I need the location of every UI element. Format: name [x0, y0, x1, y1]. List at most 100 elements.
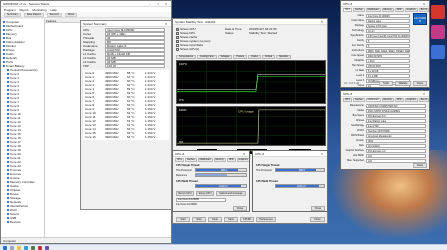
graph-tab[interactable]: Voltages [217, 55, 233, 59]
save-report-button[interactable]: Save Report [23, 12, 44, 17]
graph-tab[interactable]: Statistics [276, 55, 292, 59]
checkbox-icon[interactable]: ✓ [176, 31, 179, 35]
cpuz-tab[interactable]: Mainboard [365, 8, 381, 12]
checkbox-icon[interactable]: ✓ [176, 35, 179, 39]
field-label: Manufacturer [349, 104, 364, 107]
bench2-titlebar: CPU-Z ✕ [253, 151, 327, 157]
cpuz-tab[interactable]: CPU [175, 158, 184, 162]
cpuz-tab[interactable]: Graphics [404, 8, 418, 12]
app-icon-blue[interactable] [431, 45, 445, 59]
cpuz-bench-window: CPU-Z ✕ CPU Caches Mainboard Memory SPD Graph… [172, 150, 250, 212]
menu-program[interactable]: Program [4, 8, 16, 12]
maximize-icon[interactable]: □ [155, 2, 161, 6]
start-icon[interactable] [3, 245, 7, 250]
close-icon[interactable]: ✕ [241, 152, 247, 156]
preferences-button[interactable]: Preferences [256, 217, 276, 222]
menu-report[interactable]: Report [20, 8, 29, 12]
minimize-icon[interactable]: – [413, 2, 419, 6]
graph-tab[interactable]: Unified [261, 55, 276, 59]
field-value: 6 [366, 43, 410, 48]
tree-item[interactable]: Devices [3, 220, 44, 224]
cpuz-tab[interactable]: Graphics [236, 158, 249, 162]
checkbox-icon[interactable]: ✓ [176, 27, 179, 31]
reference-select[interactable]: Intel Core i9-12900K [176, 198, 226, 202]
edge-icon[interactable] [24, 245, 28, 250]
cpuz-tab[interactable]: SPD [226, 158, 236, 162]
stress-options: ✓ Stress CPU ✓ Stress FPU ✓ Stress cache ✓ Stre… [176, 27, 222, 51]
close-icon[interactable]: ✕ [319, 20, 325, 24]
cpuz-tab[interactable]: Mainboard [365, 98, 381, 102]
search-icon[interactable] [10, 245, 14, 250]
device-icon [3, 45, 5, 47]
about-button[interactable]: About [64, 12, 78, 17]
cpuz-tab[interactable]: Memory [381, 98, 394, 102]
cpuz-tab[interactable]: Mainboard [197, 158, 213, 162]
close-icon[interactable]: ✕ [421, 92, 427, 96]
cpuz-tab[interactable]: Graphics [404, 98, 418, 102]
cpuz-tab[interactable]: SPD [394, 8, 404, 12]
checkbox-icon[interactable] [176, 47, 179, 51]
hwinfo-task-icon[interactable] [31, 245, 35, 250]
hardware-tree[interactable]: Computer Motherboard CPU Memory Bus Video Ada… [1, 19, 45, 237]
cpuz-tab[interactable]: Caches [352, 8, 365, 12]
stress-cpu-button[interactable]: Stress CPU [196, 191, 214, 196]
start-button[interactable]: Start [176, 217, 190, 222]
device-icon [3, 21, 5, 23]
cpuz2-close-button[interactable]: Close [413, 163, 427, 168]
explorer-icon[interactable] [17, 245, 21, 250]
checkbox-icon[interactable]: ✓ [176, 39, 179, 43]
minimize-icon[interactable]: – [147, 2, 153, 6]
aida-task-icon[interactable] [38, 245, 42, 250]
menu-monitoring[interactable]: Monitoring [33, 8, 47, 12]
summary-button[interactable]: Summary [4, 12, 21, 17]
cpuid-button[interactable]: CPUID [240, 217, 254, 222]
graph-tab[interactable]: Powers [233, 55, 248, 59]
sensors-button[interactable]: Sensors [46, 12, 62, 17]
cpuz-tab[interactable]: CPU [343, 8, 352, 12]
cpuz-tab[interactable]: CPU [343, 98, 352, 102]
graph-tab[interactable]: Temperatures [176, 55, 197, 59]
info-label: Status [225, 31, 234, 35]
bench2-close-button[interactable]: Close [311, 206, 325, 211]
device-icon [3, 57, 5, 59]
bench-tabs: CPUCachesMainboardMemorySPDGraphicsBench… [173, 157, 249, 163]
graph-tab[interactable]: Cooling Fans [197, 55, 217, 59]
cpuz-tab[interactable]: Bench [418, 98, 429, 102]
device-icon [7, 73, 9, 75]
bench-cpu-button[interactable]: Bench CPU [176, 191, 194, 196]
bench-close-button[interactable]: Close [233, 206, 247, 211]
save-button[interactable]: Save [224, 217, 238, 222]
device-icon [7, 173, 9, 175]
cpuz-close-button[interactable]: Close [413, 81, 427, 86]
cpuz-tab[interactable]: Bench [418, 8, 429, 12]
app-icon-pink[interactable] [431, 25, 445, 39]
checkbox-icon[interactable] [176, 43, 179, 47]
cpuz-validate-button[interactable]: Validate [395, 81, 411, 86]
close-icon[interactable]: ✕ [163, 22, 169, 26]
cpuz-tab[interactable]: Caches [184, 158, 197, 162]
cpuz-tab[interactable]: Caches [352, 98, 365, 102]
cpuz-tab[interactable]: Memory [213, 158, 226, 162]
bench2-title: CPU-Z [255, 151, 265, 156]
close-button[interactable]: Close [310, 217, 325, 222]
cpuz-task-icon[interactable] [45, 245, 49, 250]
close-icon[interactable]: ✕ [319, 152, 325, 156]
cpuz-bench-window-2: CPU-Z ✕ CPU Single Thread This Processor… [252, 150, 328, 212]
close-icon[interactable]: ✕ [421, 2, 427, 6]
device-icon [7, 121, 9, 123]
graph2-top-label: 100% [179, 108, 187, 112]
graph-tab[interactable]: Clocks [248, 55, 261, 59]
field-value: Intel Raptor Lake [366, 118, 426, 123]
menu-help[interactable]: Help [51, 8, 57, 12]
col-feature[interactable]: Feature [45, 19, 83, 22]
clear-button[interactable]: Clear [208, 217, 222, 222]
cpuz-tab[interactable]: Memory [381, 8, 394, 12]
single-this-value: 886.6 [221, 168, 227, 172]
close-icon[interactable]: ✕ [163, 2, 169, 6]
cpuz-tools-button[interactable]: Tools [379, 81, 393, 86]
stress-option[interactable]: Stress GPU(s) [176, 47, 222, 51]
submit-compare-button[interactable]: Submit and Compare [216, 191, 246, 196]
cpuz-tab[interactable]: SPD [394, 98, 404, 102]
stop-button[interactable]: Stop [192, 217, 206, 222]
app-icon-red[interactable] [431, 5, 445, 19]
